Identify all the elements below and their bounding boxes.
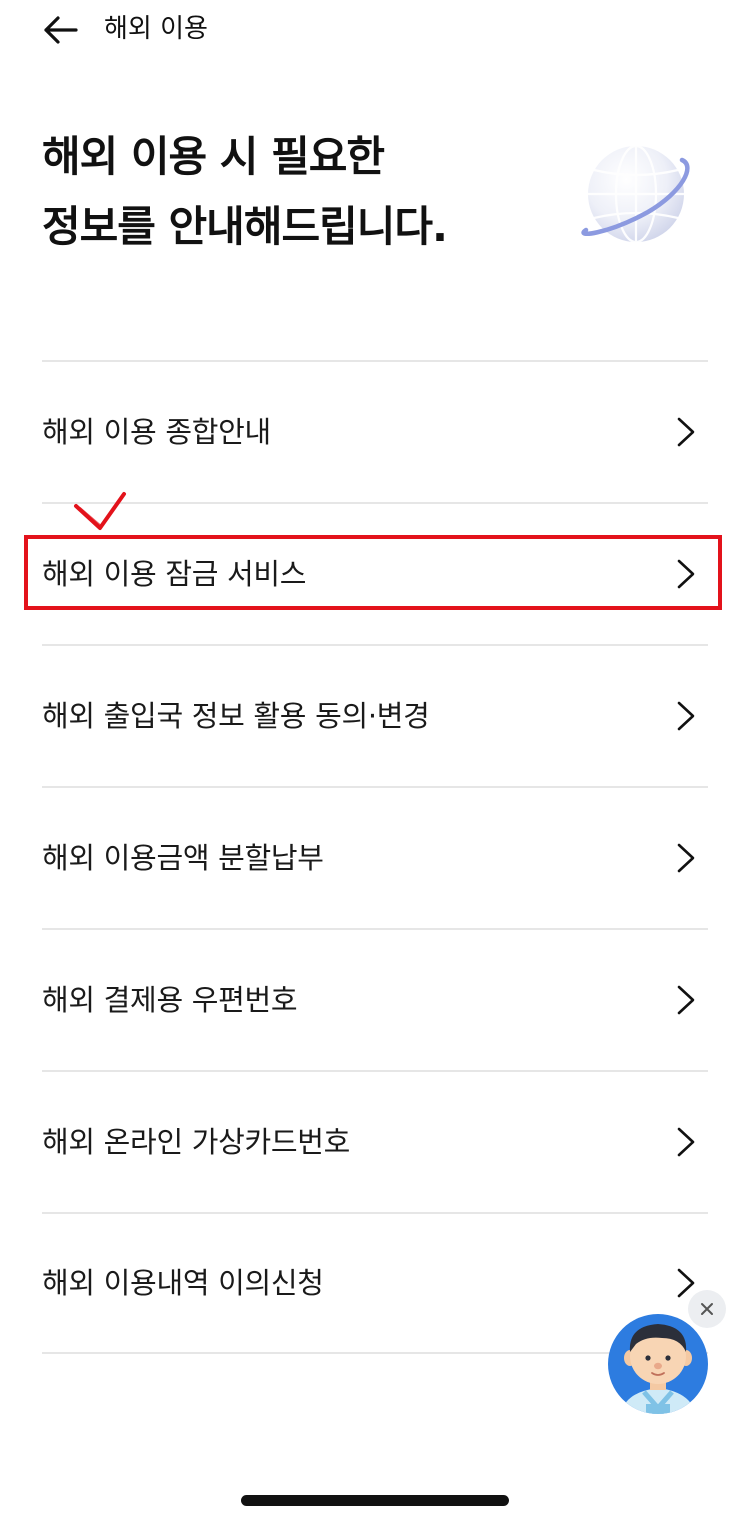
chevron-right-icon [677,1127,695,1157]
app-header: 해외 이용 [0,0,750,60]
chevron-right-icon [677,985,695,1015]
menu-item-virtual-card[interactable]: 해외 온라인 가상카드번호 [42,1070,708,1212]
hero-heading: 해외 이용 시 필요한 정보를 안내해드립니다. [42,122,562,262]
menu-item-lock-service[interactable]: 해외 이용 잠금 서비스 [42,502,708,644]
menu-item-overview[interactable]: 해외 이용 종합안내 [42,360,708,502]
menu-item-immigration-consent[interactable]: 해외 출입국 정보 활용 동의·변경 [42,644,708,786]
chevron-right-icon [677,701,695,731]
chevron-right-icon [677,417,695,447]
menu-item-label: 해외 이용금액 분할납부 [42,841,324,875]
menu-item-postal-code[interactable]: 해외 결제용 우편번호 [42,928,708,1070]
arrow-left-icon [44,16,78,44]
hero-heading-line-2: 정보를 안내해드립니다. [42,202,448,251]
back-button[interactable] [40,12,82,48]
menu-item-label: 해외 온라인 가상카드번호 [42,1125,351,1159]
menu-item-label: 해외 출입국 정보 활용 동의·변경 [42,699,430,733]
page-title: 해외 이용 [104,14,208,44]
menu-list: 해외 이용 종합안내 해외 이용 잠금 서비스 해외 출입국 정보 활용 동의·… [42,360,708,1354]
menu-item-installment[interactable]: 해외 이용금액 분할납부 [42,786,708,928]
chevron-right-icon [677,559,695,589]
menu-item-label: 해외 이용 잠금 서비스 [42,557,307,591]
menu-item-label: 해외 이용내역 이의신청 [42,1266,324,1300]
home-indicator [241,1495,509,1506]
overseas-usage-page: 해외 이용 해외 이용 시 필요한 정보를 안내해드립니다. 해외 이용 종합안… [0,0,750,1522]
chevron-right-icon [677,843,695,873]
menu-item-label: 해외 결제용 우편번호 [42,983,298,1017]
menu-item-label: 해외 이용 종합안내 [42,415,271,449]
globe-icon [581,144,690,244]
hero-heading-line-1: 해외 이용 시 필요한 [42,132,385,181]
chatbot-avatar-icon[interactable] [606,1312,710,1416]
